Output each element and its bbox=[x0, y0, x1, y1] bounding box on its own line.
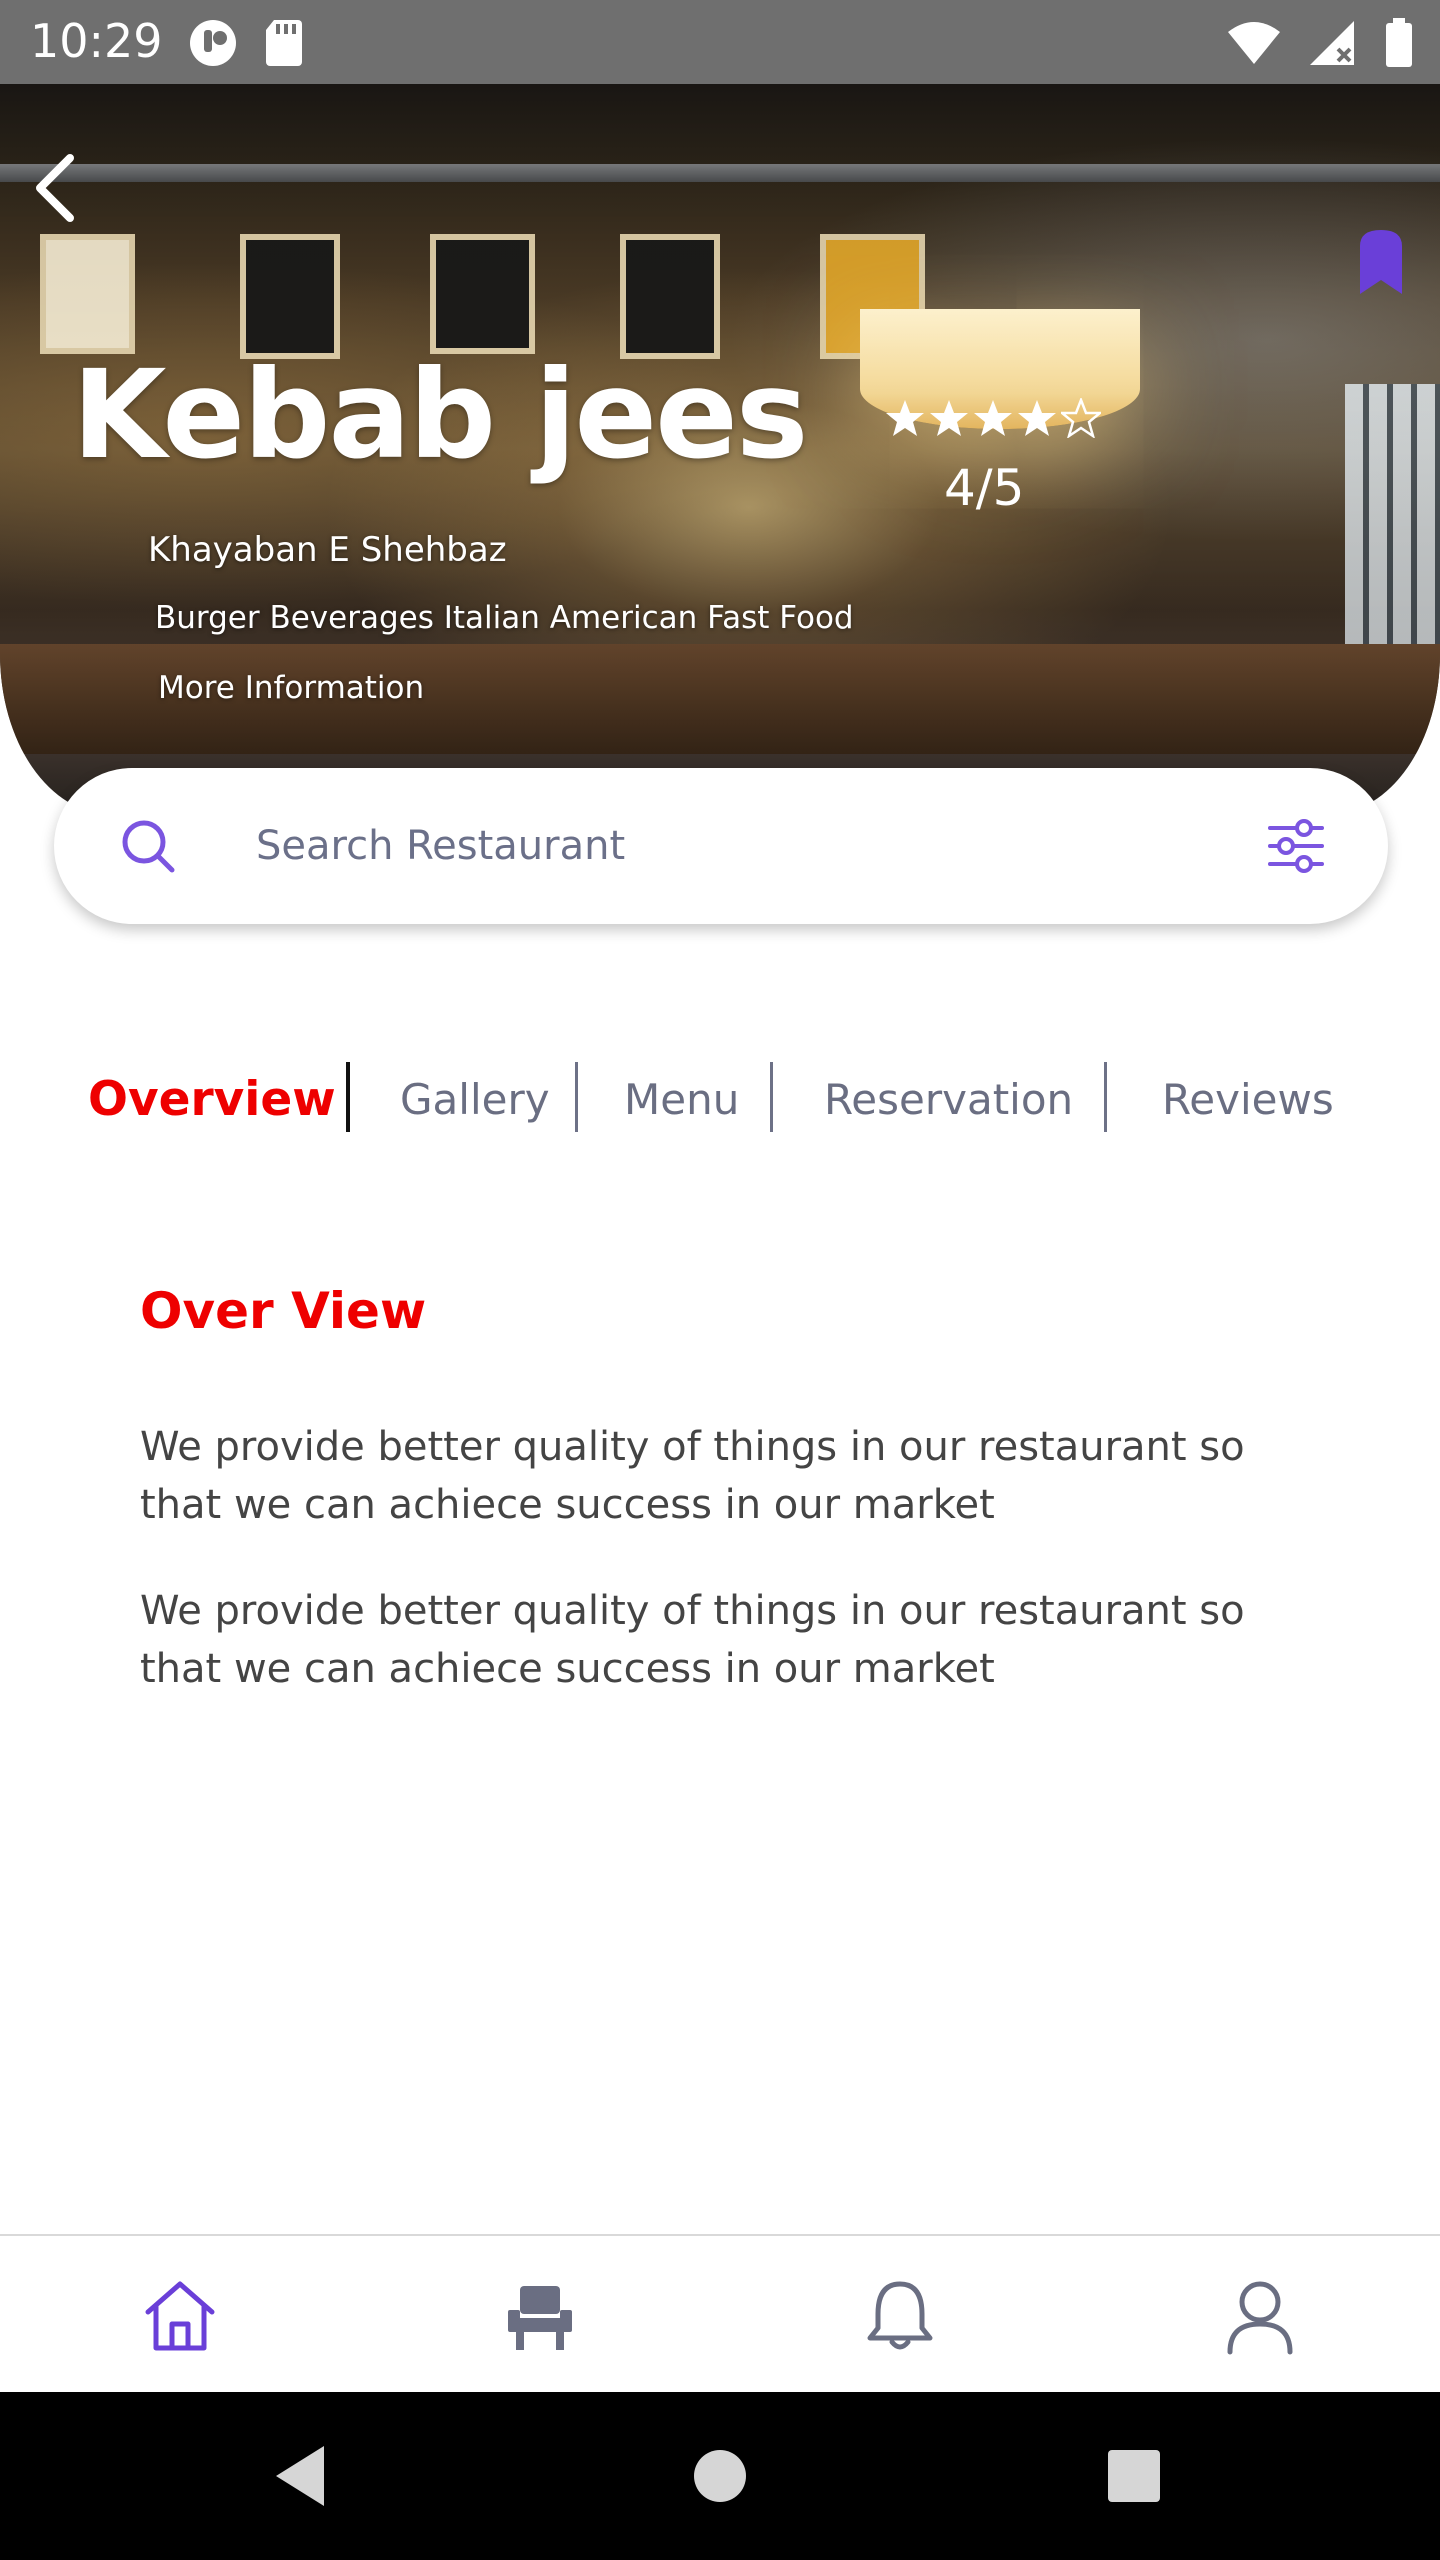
wifi-icon bbox=[1228, 22, 1280, 64]
sd-card-icon bbox=[266, 20, 302, 66]
system-back-button[interactable] bbox=[262, 2436, 342, 2516]
filter-sliders-icon bbox=[1268, 819, 1324, 873]
tab-divider bbox=[575, 1062, 578, 1132]
star-outline-icon bbox=[1061, 398, 1101, 438]
nav-reservation[interactable] bbox=[500, 2276, 580, 2356]
tab-reservation[interactable]: Reservation bbox=[824, 1062, 1073, 1138]
star-filled-icon bbox=[1018, 400, 1056, 436]
overview-title: Over View bbox=[140, 1282, 427, 1340]
status-bar: 10:29 bbox=[0, 0, 1440, 84]
star-filled-icon bbox=[886, 400, 924, 436]
nav-notifications[interactable] bbox=[860, 2276, 940, 2356]
restaurant-cuisines: Burger Beverages Italian American Fast F… bbox=[155, 600, 854, 636]
tab-gallery[interactable]: Gallery bbox=[400, 1062, 550, 1138]
tab-overview[interactable]: Overview bbox=[88, 1062, 336, 1138]
search-bar bbox=[54, 768, 1388, 924]
overview-paragraph: We provide better quality of things in o… bbox=[140, 1424, 1245, 1528]
search-button[interactable] bbox=[120, 818, 176, 874]
nav-home[interactable] bbox=[140, 2276, 220, 2356]
tab-menu[interactable]: Menu bbox=[624, 1062, 739, 1138]
circle-home-icon bbox=[694, 2450, 746, 2502]
more-information-link[interactable]: More Information bbox=[158, 668, 424, 708]
user-icon bbox=[1227, 2281, 1293, 2355]
system-recents-button[interactable] bbox=[1094, 2436, 1174, 2516]
rating-text: 4/5 bbox=[944, 459, 1025, 517]
restaurant-name: Kebab jees bbox=[72, 344, 809, 486]
tab-divider bbox=[770, 1062, 773, 1132]
system-navigation-bar bbox=[0, 2392, 1440, 2560]
star-filled-icon bbox=[930, 400, 968, 436]
bell-icon bbox=[867, 2281, 933, 2350]
square-recents-icon bbox=[1108, 2450, 1160, 2502]
app-notification-icon bbox=[190, 20, 236, 66]
rating-stars bbox=[885, 398, 1101, 438]
triangle-back-icon bbox=[276, 2446, 324, 2506]
tab-reviews[interactable]: Reviews bbox=[1162, 1062, 1334, 1138]
bottom-navigation bbox=[0, 2234, 1440, 2392]
chair-icon bbox=[508, 2286, 572, 2350]
cellular-signal-icon bbox=[1310, 21, 1354, 65]
nav-profile[interactable] bbox=[1220, 2276, 1300, 2356]
search-input[interactable] bbox=[254, 806, 1234, 886]
search-icon bbox=[122, 820, 175, 873]
tab-divider bbox=[1104, 1062, 1107, 1132]
bookmark-icon bbox=[1360, 230, 1402, 294]
tab-bar: Overview Gallery Menu Reservation Review… bbox=[0, 1062, 1440, 1138]
chevron-left-icon bbox=[36, 154, 74, 222]
overview-paragraph: We provide better quality of things in o… bbox=[140, 1588, 1245, 1692]
filter-button[interactable] bbox=[1264, 814, 1328, 878]
status-time: 10:29 bbox=[30, 14, 163, 68]
bookmark-button[interactable] bbox=[1356, 226, 1406, 296]
battery-icon bbox=[1386, 18, 1412, 67]
system-home-button[interactable] bbox=[680, 2436, 760, 2516]
restaurant-address: Khayaban E Shehbaz bbox=[148, 530, 507, 570]
back-button[interactable] bbox=[22, 148, 92, 228]
home-icon bbox=[145, 2281, 215, 2351]
star-filled-icon bbox=[974, 400, 1012, 436]
tab-divider bbox=[346, 1062, 350, 1132]
